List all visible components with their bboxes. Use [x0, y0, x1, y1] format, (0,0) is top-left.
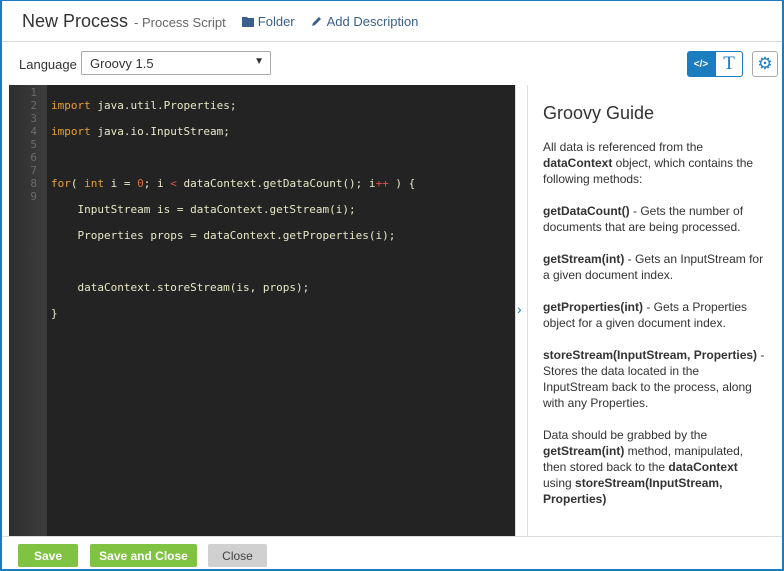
line-number: 6	[30, 151, 37, 164]
code-icon: </>	[693, 58, 709, 70]
close-button[interactable]: Close	[208, 544, 267, 567]
code-line: import java.io.InputStream;	[51, 125, 230, 138]
dropdown-arrow-icon: ▼	[254, 56, 264, 67]
save-button[interactable]: Save	[18, 544, 78, 567]
line-number: 9	[30, 190, 37, 203]
guide-method: getStream(int) - Gets an InputStream for…	[543, 252, 764, 282]
guide-title: Groovy Guide	[543, 103, 655, 123]
code-editor[interactable]: 1 2 3 4 5 6 7 8 9 import java.util.Prope…	[9, 85, 515, 536]
line-number: 3	[30, 112, 37, 125]
header: New Process - Process Script Folder Add …	[2, 1, 782, 42]
folder-link[interactable]: Folder	[241, 14, 295, 29]
guide-panel: Groovy Guide All data is referenced from…	[528, 85, 780, 536]
process-window: New Process - Process Script Folder Add …	[0, 0, 784, 571]
page-title: New Process	[22, 11, 129, 31]
line-gutter: 1 2 3 4 5 6 7 8 9	[9, 85, 47, 536]
toolbar: Language Groovy 1.5 ▼ </> T ⚙	[2, 43, 782, 85]
guide-summary: Data should be grabbed by the getStream(…	[543, 428, 744, 506]
code-line: dataContext.storeStream(is, props);	[51, 281, 310, 294]
code-line: InputStream is = dataContext.getStream(i…	[51, 203, 356, 216]
gear-icon: ⚙	[757, 54, 773, 73]
code-line: }	[51, 307, 58, 320]
folder-icon	[241, 17, 254, 27]
guide-method: getProperties(int) - Gets a Properties o…	[543, 300, 748, 330]
guide-method: getDataCount() - Gets the number of docu…	[543, 204, 744, 234]
code-lines: import java.util.Properties; import java…	[51, 86, 415, 333]
line-number: 5	[30, 138, 37, 151]
language-label: Language	[19, 57, 77, 72]
guide-intro: All data is referenced from the dataCont…	[543, 140, 754, 186]
settings-button[interactable]: ⚙	[752, 51, 778, 77]
text-view-button[interactable]: T	[715, 51, 743, 77]
pencil-icon	[311, 17, 321, 26]
text-icon: T	[723, 53, 735, 74]
code-line: import java.util.Properties;	[51, 99, 237, 112]
line-number: 1	[30, 86, 37, 99]
chevron-right-icon: ›	[517, 301, 522, 317]
add-description-link[interactable]: Add Description	[311, 14, 419, 29]
code-line: for( int i = 0; i < dataContext.getDataC…	[51, 177, 416, 190]
line-number: 2	[30, 99, 37, 112]
guide-method: storeStream(InputStream, Properties) - S…	[543, 348, 765, 410]
page-subtitle: - Process Script	[134, 15, 226, 30]
folder-label: Folder	[257, 14, 295, 29]
line-number: 4	[30, 125, 37, 138]
line-number: 8	[30, 177, 37, 190]
code-view-button[interactable]: </>	[687, 51, 715, 77]
line-number: 7	[30, 164, 37, 177]
guide-toggle[interactable]: ›	[515, 85, 528, 536]
add-description-label: Add Description	[326, 14, 419, 29]
language-select[interactable]: Groovy 1.5 ▼	[81, 51, 271, 75]
save-and-close-button[interactable]: Save and Close	[90, 544, 197, 567]
language-value: Groovy 1.5	[90, 56, 154, 71]
footer: Save Save and Close Close	[2, 536, 782, 570]
code-line: Properties props = dataContext.getProper…	[51, 229, 396, 242]
